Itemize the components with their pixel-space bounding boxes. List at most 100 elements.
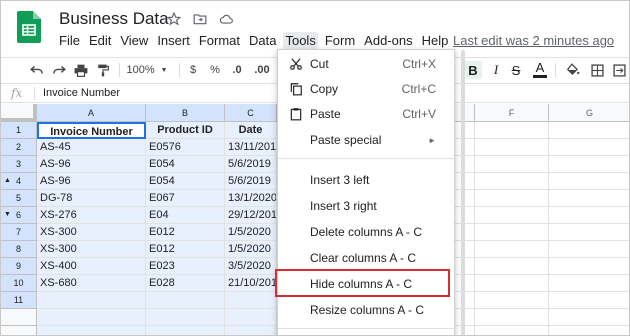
- row-header[interactable]: 2: [1, 139, 37, 156]
- empty-cell[interactable]: [475, 173, 549, 190]
- menu-addons[interactable]: Add-ons: [364, 32, 412, 49]
- empty-cell[interactable]: [549, 156, 629, 173]
- table-cell[interactable]: E023: [146, 258, 225, 275]
- table-cell[interactable]: 13/11/2019: [225, 139, 277, 156]
- menu-view[interactable]: View: [120, 32, 148, 49]
- empty-cell[interactable]: [455, 139, 475, 156]
- menu-item-paste[interactable]: Paste Ctrl+V: [278, 102, 456, 126]
- last-edit-link[interactable]: Last edit was 2 minutes ago: [453, 33, 614, 48]
- empty-cell[interactable]: [475, 224, 549, 241]
- move-folder-icon[interactable]: [192, 11, 208, 27]
- document-title[interactable]: Business Data: [59, 9, 169, 29]
- empty-cell[interactable]: [475, 292, 549, 309]
- header-cell[interactable]: Product ID: [146, 122, 225, 139]
- empty-cell[interactable]: [146, 326, 225, 335]
- row-header[interactable]: 8: [1, 241, 37, 258]
- cloud-status-icon[interactable]: [218, 11, 234, 27]
- table-cell[interactable]: 5/6/2019: [225, 173, 277, 190]
- empty-cell[interactable]: [549, 173, 629, 190]
- table-cell[interactable]: AS-45: [37, 139, 146, 156]
- column-header-f[interactable]: F: [475, 104, 549, 122]
- print-icon[interactable]: [73, 62, 89, 78]
- decrease-decimal-button[interactable]: .0: [229, 62, 245, 78]
- empty-cell[interactable]: [455, 241, 475, 258]
- empty-cell[interactable]: [146, 309, 225, 326]
- empty-cell[interactable]: [549, 275, 629, 292]
- empty-cell[interactable]: [455, 326, 475, 335]
- menu-item-copy[interactable]: Copy Ctrl+C: [278, 77, 456, 101]
- table-cell[interactable]: E067: [146, 190, 225, 207]
- empty-cell[interactable]: [37, 292, 146, 309]
- menu-data[interactable]: Data: [249, 32, 276, 49]
- empty-cell[interactable]: [475, 122, 549, 139]
- table-cell[interactable]: XS-300: [37, 224, 146, 241]
- row-header[interactable]: 1: [1, 122, 37, 139]
- formula-input[interactable]: Invoice Number: [43, 87, 120, 99]
- menu-item-cut[interactable]: Cut Ctrl+X: [278, 52, 456, 76]
- menu-item-insert-left[interactable]: Insert 3 left: [278, 168, 456, 192]
- table-cell[interactable]: 1/5/2020: [225, 241, 277, 258]
- empty-cell[interactable]: [549, 207, 629, 224]
- table-cell[interactable]: E012: [146, 241, 225, 258]
- header-cell[interactable]: Invoice Number: [37, 122, 146, 139]
- menu-form[interactable]: Form: [325, 32, 355, 49]
- strikethrough-button[interactable]: S: [509, 62, 523, 78]
- column-header-b[interactable]: B: [146, 104, 225, 122]
- empty-cell[interactable]: [455, 156, 475, 173]
- empty-cell[interactable]: [455, 275, 475, 292]
- empty-cell[interactable]: [455, 309, 475, 326]
- row-header[interactable]: [1, 309, 37, 326]
- empty-cell[interactable]: [455, 190, 475, 207]
- row-header[interactable]: 10: [1, 275, 37, 292]
- empty-cell[interactable]: [455, 292, 475, 309]
- row-header[interactable]: 3: [1, 156, 37, 173]
- empty-cell[interactable]: [455, 207, 475, 224]
- table-cell[interactable]: XS-400: [37, 258, 146, 275]
- star-icon[interactable]: [166, 11, 182, 27]
- percent-format-button[interactable]: %: [209, 62, 221, 78]
- empty-cell[interactable]: [455, 258, 475, 275]
- table-cell[interactable]: AS-96: [37, 173, 146, 190]
- empty-cell[interactable]: [225, 309, 277, 326]
- empty-cell[interactable]: [475, 156, 549, 173]
- empty-cell[interactable]: [549, 309, 629, 326]
- row-header[interactable]: 9: [1, 258, 37, 275]
- row-move-down-icon[interactable]: ▼: [4, 211, 11, 218]
- empty-cell[interactable]: [475, 275, 549, 292]
- menu-item-clear-columns[interactable]: Clear columns A - C: [278, 246, 456, 270]
- fill-color-icon[interactable]: [565, 62, 581, 78]
- borders-icon[interactable]: [589, 62, 605, 78]
- row-header[interactable]: 5: [1, 190, 37, 207]
- table-cell[interactable]: XS-276: [37, 207, 146, 224]
- menu-tools[interactable]: Tools: [283, 32, 318, 49]
- undo-icon[interactable]: [29, 62, 45, 78]
- empty-cell[interactable]: [455, 224, 475, 241]
- column-header-c[interactable]: C: [225, 104, 277, 122]
- column-header-d[interactable]: [455, 104, 475, 122]
- table-cell[interactable]: E054: [146, 156, 225, 173]
- table-cell[interactable]: 3/5/2020: [225, 258, 277, 275]
- menu-insert[interactable]: Insert: [157, 32, 190, 49]
- scrollbar[interactable]: [461, 50, 465, 335]
- empty-cell[interactable]: [475, 326, 549, 335]
- row-header[interactable]: 11: [1, 292, 37, 309]
- currency-format-button[interactable]: $: [187, 62, 199, 78]
- header-cell[interactable]: Date: [225, 122, 277, 139]
- empty-cell[interactable]: [549, 224, 629, 241]
- empty-cell[interactable]: [549, 122, 629, 139]
- italic-button[interactable]: I: [489, 62, 503, 78]
- empty-cell[interactable]: [475, 139, 549, 156]
- menu-item-delete-columns[interactable]: Delete columns A - C: [278, 220, 456, 244]
- table-cell[interactable]: 1/5/2020: [225, 224, 277, 241]
- zoom-select[interactable]: 100% ▼: [126, 62, 167, 78]
- menu-edit[interactable]: Edit: [89, 32, 111, 49]
- table-cell[interactable]: 21/10/2019: [225, 275, 277, 292]
- empty-cell[interactable]: [549, 190, 629, 207]
- empty-cell[interactable]: [475, 309, 549, 326]
- increase-decimal-button[interactable]: .00: [251, 62, 273, 78]
- menu-item-insert-right[interactable]: Insert 3 right: [278, 194, 456, 218]
- empty-cell[interactable]: [549, 326, 629, 335]
- table-cell[interactable]: E028: [146, 275, 225, 292]
- empty-cell[interactable]: [146, 292, 225, 309]
- table-cell[interactable]: E04: [146, 207, 225, 224]
